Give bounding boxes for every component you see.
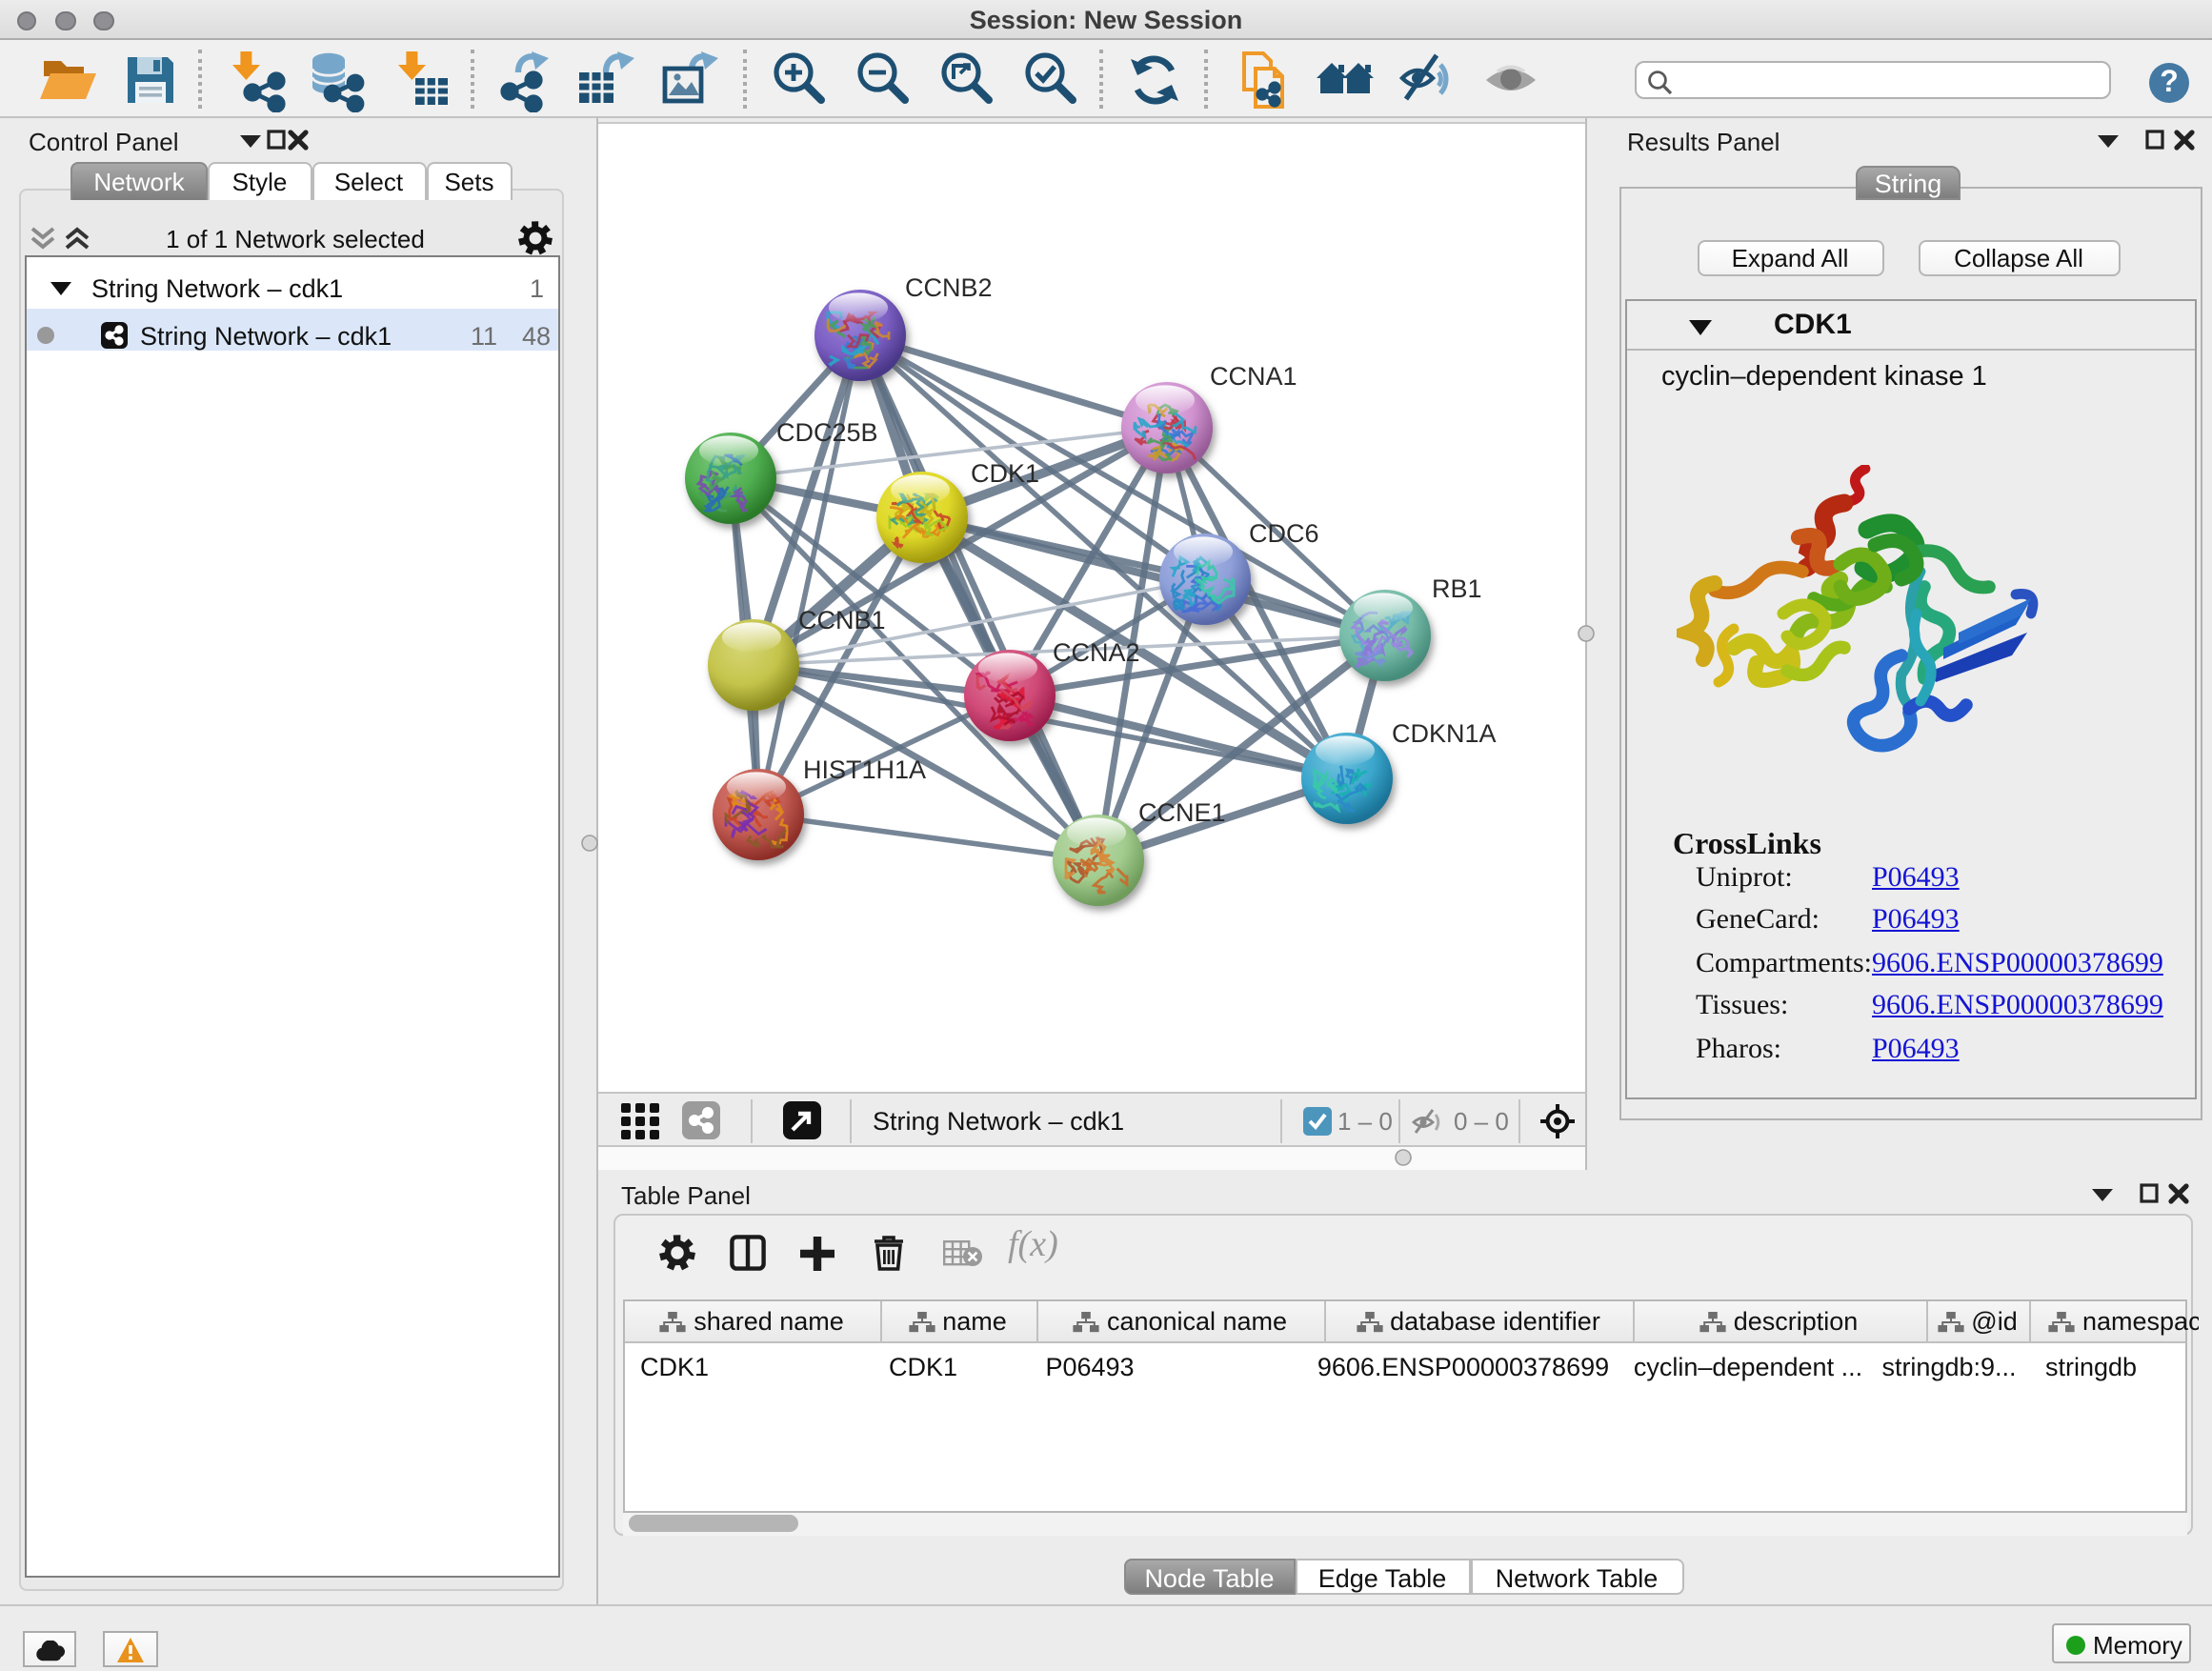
svg-text:CCNB1: CCNB1 xyxy=(798,606,886,634)
svg-text:HIST1H1A: HIST1H1A xyxy=(803,755,926,784)
svg-text:RB1: RB1 xyxy=(1432,574,1482,603)
svg-text:CDKN1A: CDKN1A xyxy=(1392,719,1497,748)
svg-text:CCNB2: CCNB2 xyxy=(905,273,993,302)
svg-text:CCNA1: CCNA1 xyxy=(1210,362,1297,391)
svg-text:CDC25B: CDC25B xyxy=(776,418,878,447)
svg-text:CDK1: CDK1 xyxy=(971,459,1039,488)
svg-text:CCNE1: CCNE1 xyxy=(1138,798,1226,827)
svg-text:CCNA2: CCNA2 xyxy=(1053,638,1140,667)
svg-text:CDC6: CDC6 xyxy=(1249,519,1319,548)
